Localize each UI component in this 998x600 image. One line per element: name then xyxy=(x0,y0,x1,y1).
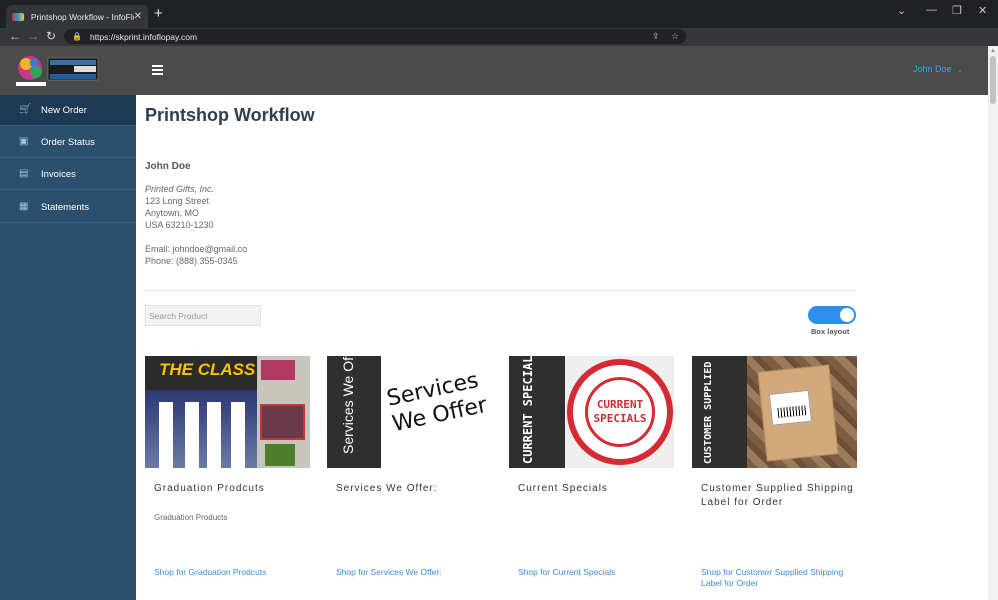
product-card-shipping-label[interactable]: CUSTOMER SUPPLIED SHIPPING LABEL Custome… xyxy=(692,356,857,588)
close-tab-icon[interactable]: ✕ xyxy=(134,11,142,22)
box-layout-label: Box layout xyxy=(811,327,850,336)
sidebar-item-label: Invoices xyxy=(41,168,76,180)
document-icon: ▦ xyxy=(19,201,29,212)
sidebar: 🛒 New Order ▣ Order Status ▤ Invoices ▦ … xyxy=(0,95,136,600)
lock-icon: 🔒 xyxy=(72,32,82,41)
thumbnail-headline: Services We Offer xyxy=(384,367,490,438)
new-tab-icon[interactable]: + xyxy=(154,6,163,22)
forward-icon[interactable]: → xyxy=(27,29,39,43)
reload-icon[interactable]: ↻ xyxy=(46,29,56,43)
shop-link[interactable]: Shop for Services We Offer: xyxy=(336,567,486,578)
thumbnail-side-text: CURRENT SPECIALS xyxy=(521,356,535,464)
company-logo[interactable] xyxy=(14,54,100,88)
page-scrollbar[interactable]: ▲ xyxy=(988,46,998,600)
sidebar-item-label: Order Status xyxy=(41,136,95,148)
specials-thumbnail[interactable]: CURRENT SPECIALS CURRENT SPECIALS xyxy=(509,356,674,468)
shop-link[interactable]: Shop for Current Specials xyxy=(518,567,668,578)
product-title: Graduation Prodcuts xyxy=(154,483,265,494)
customer-email: Email: johndoe@gmail.co xyxy=(145,244,248,254)
url-text: https://skprint.infoflopay.com xyxy=(89,31,198,42)
thumbnail-side-text: Services We Offer xyxy=(340,356,356,454)
share-icon[interactable]: ⇪ xyxy=(652,31,660,42)
shop-link[interactable]: Shop for Customer Supplied Shipping Labe… xyxy=(701,567,851,589)
app-header: John Doe ⌄ xyxy=(0,46,988,95)
money-icon: ▤ xyxy=(19,168,29,179)
sale-seal-icon: CURRENT SPECIALS xyxy=(567,359,673,465)
customer-country-zip: USA 63210-1230 xyxy=(145,220,214,230)
address-bar[interactable]: 🔒 https://skprint.infoflopay.com ⇪ ☆ xyxy=(64,29,686,44)
sidebar-item-new-order[interactable]: 🛒 New Order xyxy=(0,95,136,126)
bookmark-star-icon[interactable]: ☆ xyxy=(671,31,679,42)
tab-strip: Printshop Workflow - InfoFlo Pay ✕ + ⌄ —… xyxy=(0,0,998,28)
customer-city: Anytown, MO xyxy=(145,208,200,218)
graduation-thumbnail[interactable]: THE CLASS xyxy=(145,356,310,468)
back-icon[interactable]: ← xyxy=(9,29,21,43)
tab-title: Printshop Workflow - InfoFlo Pay xyxy=(30,11,134,22)
menu-toggle-icon[interactable] xyxy=(152,65,163,77)
product-description: Graduation Products xyxy=(154,513,228,522)
thumbnail-banner-text: THE CLASS xyxy=(145,356,257,390)
main-content: Printshop Workflow John Doe Printed Gift… xyxy=(136,95,988,600)
customer-name: John Doe xyxy=(145,161,191,172)
scrollbar-thumb[interactable] xyxy=(990,56,996,104)
scroll-up-icon[interactable]: ▲ xyxy=(990,48,996,54)
customer-company: Printed Gifts, Inc. xyxy=(145,184,215,194)
user-name: John Doe xyxy=(913,64,952,74)
restore-icon[interactable]: ❐ xyxy=(952,4,962,17)
page-title: Printshop Workflow xyxy=(145,105,315,125)
thumbnail-side-text: CUSTOMER SUPPLIED SHIPPING LABEL xyxy=(703,356,714,464)
product-title: Services We Offer: xyxy=(336,483,438,494)
tab-search-icon[interactable]: ⌄ xyxy=(897,4,906,17)
sidebar-item-statements[interactable]: ▦ Statements xyxy=(0,192,136,223)
box-layout-toggle[interactable] xyxy=(808,306,856,324)
sidebar-item-label: New Order xyxy=(41,104,87,116)
product-card-specials[interactable]: CURRENT SPECIALS CURRENT SPECIALS Curren… xyxy=(509,356,674,577)
browser-tab[interactable]: Printshop Workflow - InfoFlo Pay ✕ xyxy=(6,5,148,28)
bag-icon: ▣ xyxy=(19,136,29,147)
product-title: Current Specials xyxy=(518,483,608,494)
shop-link[interactable]: Shop for Graduation Prodcuts xyxy=(154,567,304,578)
favicon-icon xyxy=(12,12,24,21)
customer-phone: Phone: (888) 355-0345 xyxy=(145,256,238,266)
toggle-knob xyxy=(840,308,854,322)
product-card-graduation[interactable]: THE CLASS Graduation Prodcuts Graduation… xyxy=(145,356,310,577)
sidebar-item-invoices[interactable]: ▤ Invoices xyxy=(0,159,136,190)
customer-street: 123 Long Street xyxy=(145,196,210,206)
search-input[interactable] xyxy=(145,305,261,326)
product-title: Customer Supplied Shipping Label for Ord… xyxy=(701,483,854,508)
services-thumbnail[interactable]: Services We Offer Services We Offer xyxy=(327,356,492,468)
divider xyxy=(145,290,856,291)
chevron-down-icon: ⌄ xyxy=(957,67,963,74)
seal-text: CURRENT SPECIALS xyxy=(585,377,655,447)
shipping-label-thumbnail[interactable]: CUSTOMER SUPPLIED SHIPPING LABEL xyxy=(692,356,857,468)
sidebar-item-label: Statements xyxy=(41,201,90,213)
sidebar-item-order-status[interactable]: ▣ Order Status xyxy=(0,127,136,158)
product-card-services[interactable]: Services We Offer Services We Offer Serv… xyxy=(327,356,492,577)
close-window-icon[interactable]: ✕ xyxy=(978,4,987,17)
package-box-icon xyxy=(757,364,839,462)
browser-toolbar: ← → ↻ 🔒 https://skprint.infoflopay.com ⇪… xyxy=(0,28,998,46)
cart-icon: 🛒 xyxy=(19,104,32,115)
minimize-icon[interactable]: — xyxy=(926,4,937,16)
user-menu[interactable]: John Doe ⌄ xyxy=(913,64,963,74)
browser-window: Printshop Workflow - InfoFlo Pay ✕ + ⌄ —… xyxy=(0,0,998,600)
